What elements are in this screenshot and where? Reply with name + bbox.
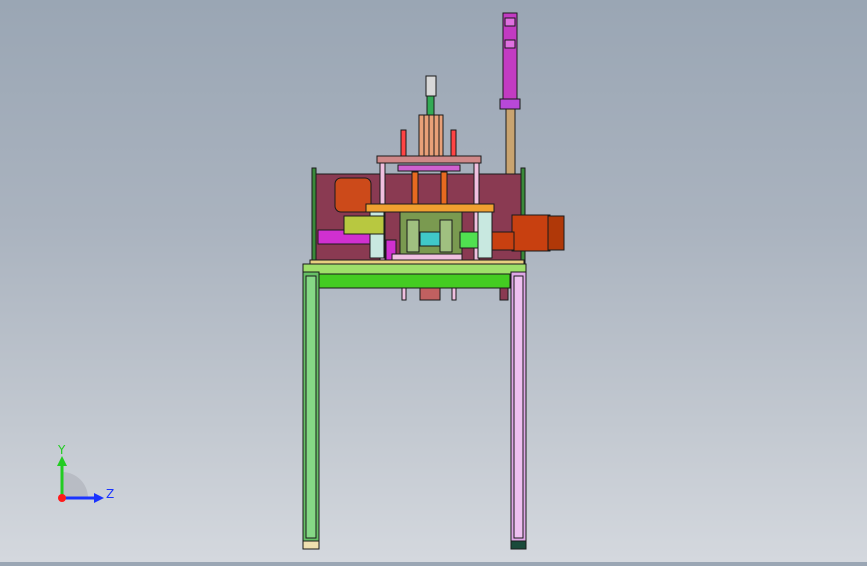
z-arrow-head: [94, 493, 104, 503]
x-axis-dot: [58, 494, 66, 502]
triad-arc: [62, 472, 88, 498]
y-arrow-head: [57, 456, 67, 466]
y-axis-label: Y: [57, 443, 66, 457]
machine-model: [302, 12, 565, 550]
table-top: [302, 259, 527, 301]
axis-triad: Y Z: [40, 438, 130, 518]
table-legs: [302, 271, 527, 550]
top-spring-assembly: [400, 75, 457, 160]
cad-model-viewport[interactable]: [0, 0, 867, 562]
z-axis-label: Z: [106, 487, 114, 501]
